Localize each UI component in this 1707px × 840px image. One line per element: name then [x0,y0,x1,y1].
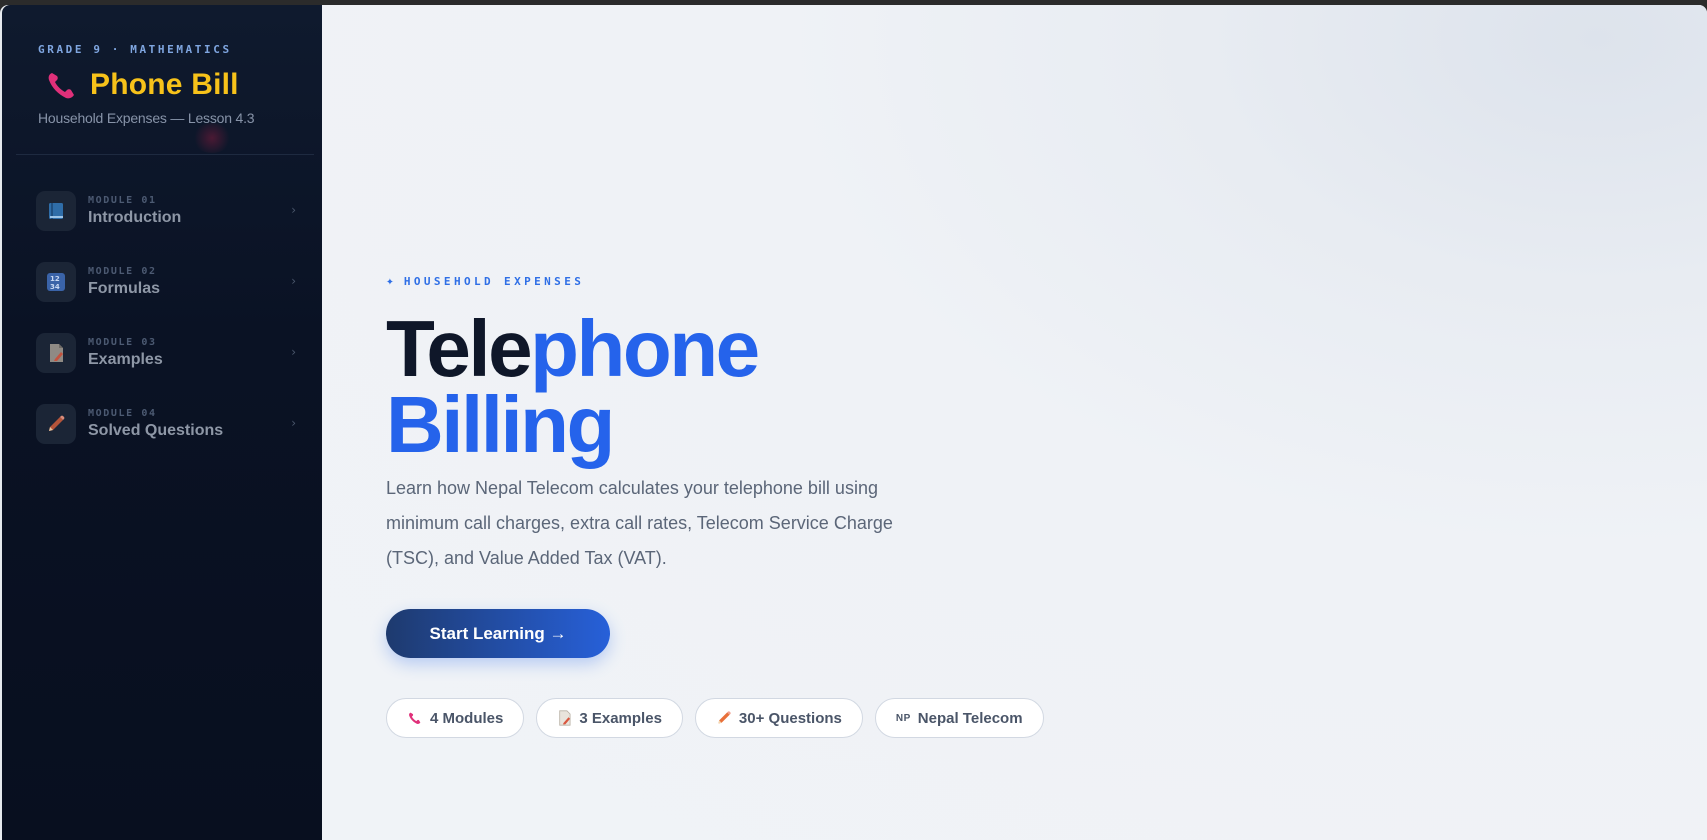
course-eyebrow: GRADE 9 · MATHEMATICS [38,43,232,56]
module-number: MODULE 04 [88,408,157,419]
sparkle-icon: ✦ [386,274,394,289]
hero-description: Learn how Nepal Telecom calculates your … [386,478,893,568]
svg-text:12: 12 [50,275,60,283]
sidebar-item-label: Introduction [88,209,182,226]
chevron-right-icon: › [291,416,296,430]
sidebar-item-examples[interactable]: MODULE 03 Examples › [36,333,296,404]
chevron-right-icon: › [291,345,296,359]
telephone-icon [407,710,423,726]
app-window: GRADE 9 · MATHEMATICS Phone Bill Househo… [0,5,1707,840]
page-title: Telephone Billing [386,309,1086,465]
numbers-icon: 12 34 [36,262,76,302]
sidebar: GRADE 9 · MATHEMATICS Phone Bill Househo… [2,5,322,840]
sidebar-divider [16,154,314,155]
chip-label: 30+ Questions [738,709,842,727]
sidebar-item-label: Examples [88,351,163,368]
hero-section: ✦ HOUSEHOLD EXPENSES Telephone Billing L… [386,274,1086,738]
pencil-icon [716,710,732,726]
module-nav: MODULE 01 Introduction › 12 34 MODULE 02… [36,191,296,475]
sidebar-title-row: Phone Bill [38,66,308,104]
svg-text:34: 34 [50,283,60,291]
sidebar-title: Phone Bill [90,68,239,101]
sidebar-item-label: Formulas [88,280,161,297]
sidebar-subtitle: Household Expenses — Lesson 4.3 [38,110,255,126]
chip-label: 3 Examples [579,709,662,727]
chip-nepal-telecom: NP Nepal Telecom [874,698,1044,738]
main-content: ✦ HOUSEHOLD EXPENSES Telephone Billing L… [322,5,1707,840]
chip-label: 4 Modules [430,709,504,727]
title-part-billing: Billing [386,380,615,469]
module-number: MODULE 02 [88,266,157,277]
pencil-icon [36,404,76,444]
sidebar-item-label: Solved Questions [88,422,224,439]
sidebar-item-solved-questions[interactable]: MODULE 04 Solved Questions › [36,404,296,475]
memo-icon [36,333,76,373]
memo-icon [557,710,572,726]
sidebar-item-formulas[interactable]: 12 34 MODULE 02 Formulas › [36,262,296,333]
telephone-icon [44,67,80,103]
chip-modules: 4 Modules [386,698,525,738]
chip-examples: 3 Examples [536,698,683,738]
start-learning-button[interactable]: Start Learning → [386,609,610,658]
stat-chips: 4 Modules 3 Examples 30+ Questions NP Ne… [386,698,1086,738]
nepal-flag-icon: NP [895,712,911,724]
chevron-right-icon: › [291,203,296,217]
module-number: MODULE 03 [88,337,157,348]
hero-eyebrow: ✦ HOUSEHOLD EXPENSES [386,274,1086,289]
sidebar-header: GRADE 9 · MATHEMATICS Phone Bill Househo… [38,43,308,126]
chip-questions: 30+ Questions [694,698,863,738]
decorative-glow [192,123,232,153]
hero-eyebrow-text: HOUSEHOLD EXPENSES [403,275,585,288]
sidebar-item-introduction[interactable]: MODULE 01 Introduction › [36,191,296,262]
chevron-right-icon: › [291,274,296,288]
chip-label: Nepal Telecom [917,709,1023,727]
book-icon [36,191,76,231]
module-number: MODULE 01 [88,195,157,206]
